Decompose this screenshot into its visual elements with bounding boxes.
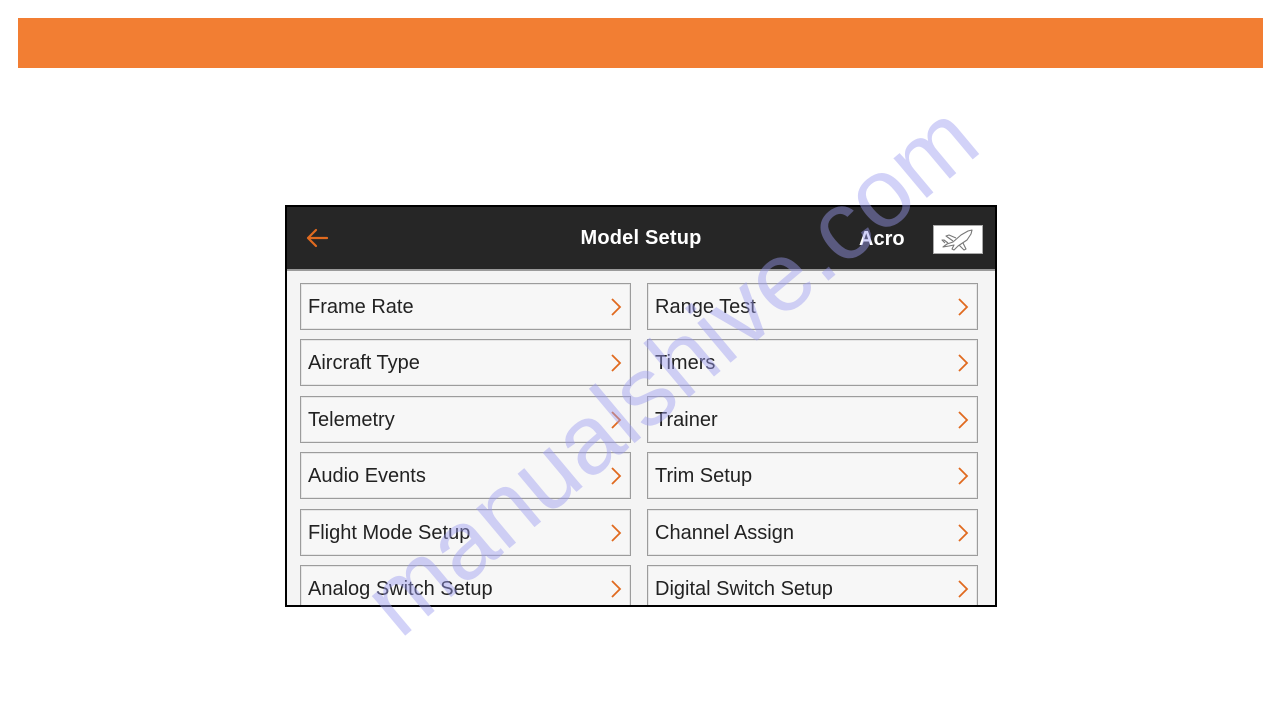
menu-item-label: Flight Mode Setup	[308, 522, 471, 544]
menu-item-digital-switch-setup[interactable]: Digital Switch Setup	[647, 565, 978, 605]
menu-item-audio-events[interactable]: Audio Events	[300, 452, 631, 499]
menu-item-label: Trainer	[655, 409, 718, 431]
menu-item-label: Range Test	[655, 296, 756, 318]
model-image	[933, 225, 983, 254]
menu-item-label: Trim Setup	[655, 465, 753, 487]
chevron-right-icon	[958, 467, 969, 485]
menu-item-label: Frame Rate	[308, 296, 414, 318]
menu-item-range-test[interactable]: Range Test	[647, 283, 978, 330]
menu-item-label: Audio Events	[308, 465, 426, 487]
menu-item-timers[interactable]: Timers	[647, 339, 978, 386]
menu-item-label: Telemetry	[308, 409, 395, 431]
chevron-right-icon	[611, 298, 622, 316]
model-type-label: Acro	[859, 228, 905, 250]
chevron-right-icon	[611, 580, 622, 598]
menu-item-flight-mode-setup[interactable]: Flight Mode Setup	[300, 509, 631, 556]
menu-item-label: Digital Switch Setup	[655, 578, 833, 600]
menu-item-label: Timers	[655, 352, 716, 374]
menu-item-label: Analog Switch Setup	[308, 578, 493, 600]
menu-item-trim-setup[interactable]: Trim Setup	[647, 452, 978, 499]
chevron-right-icon	[958, 580, 969, 598]
menu-item-trainer[interactable]: Trainer	[647, 396, 978, 443]
chevron-right-icon	[958, 524, 969, 542]
chevron-right-icon	[611, 411, 622, 429]
top-banner	[18, 18, 1263, 68]
menu-item-aircraft-type[interactable]: Aircraft Type	[300, 339, 631, 386]
chevron-right-icon	[958, 354, 969, 372]
airplane-icon	[941, 229, 973, 251]
chevron-right-icon	[611, 524, 622, 542]
chevron-right-icon	[611, 354, 622, 372]
menu-item-label: Aircraft Type	[308, 352, 420, 374]
menu-item-frame-rate[interactable]: Frame Rate	[300, 283, 631, 330]
screen-content: Model Setup Acro Frame Rate Range Test A…	[287, 207, 995, 605]
menu-item-label: Channel Assign	[655, 522, 794, 544]
menu-item-analog-switch-setup[interactable]: Analog Switch Setup	[300, 565, 631, 605]
device-screen: Model Setup Acro Frame Rate Range Test A…	[285, 205, 997, 607]
screen-header: Model Setup Acro	[287, 207, 995, 271]
chevron-right-icon	[958, 298, 969, 316]
menu-item-channel-assign[interactable]: Channel Assign	[647, 509, 978, 556]
chevron-right-icon	[611, 467, 622, 485]
menu-item-telemetry[interactable]: Telemetry	[300, 396, 631, 443]
chevron-right-icon	[958, 411, 969, 429]
